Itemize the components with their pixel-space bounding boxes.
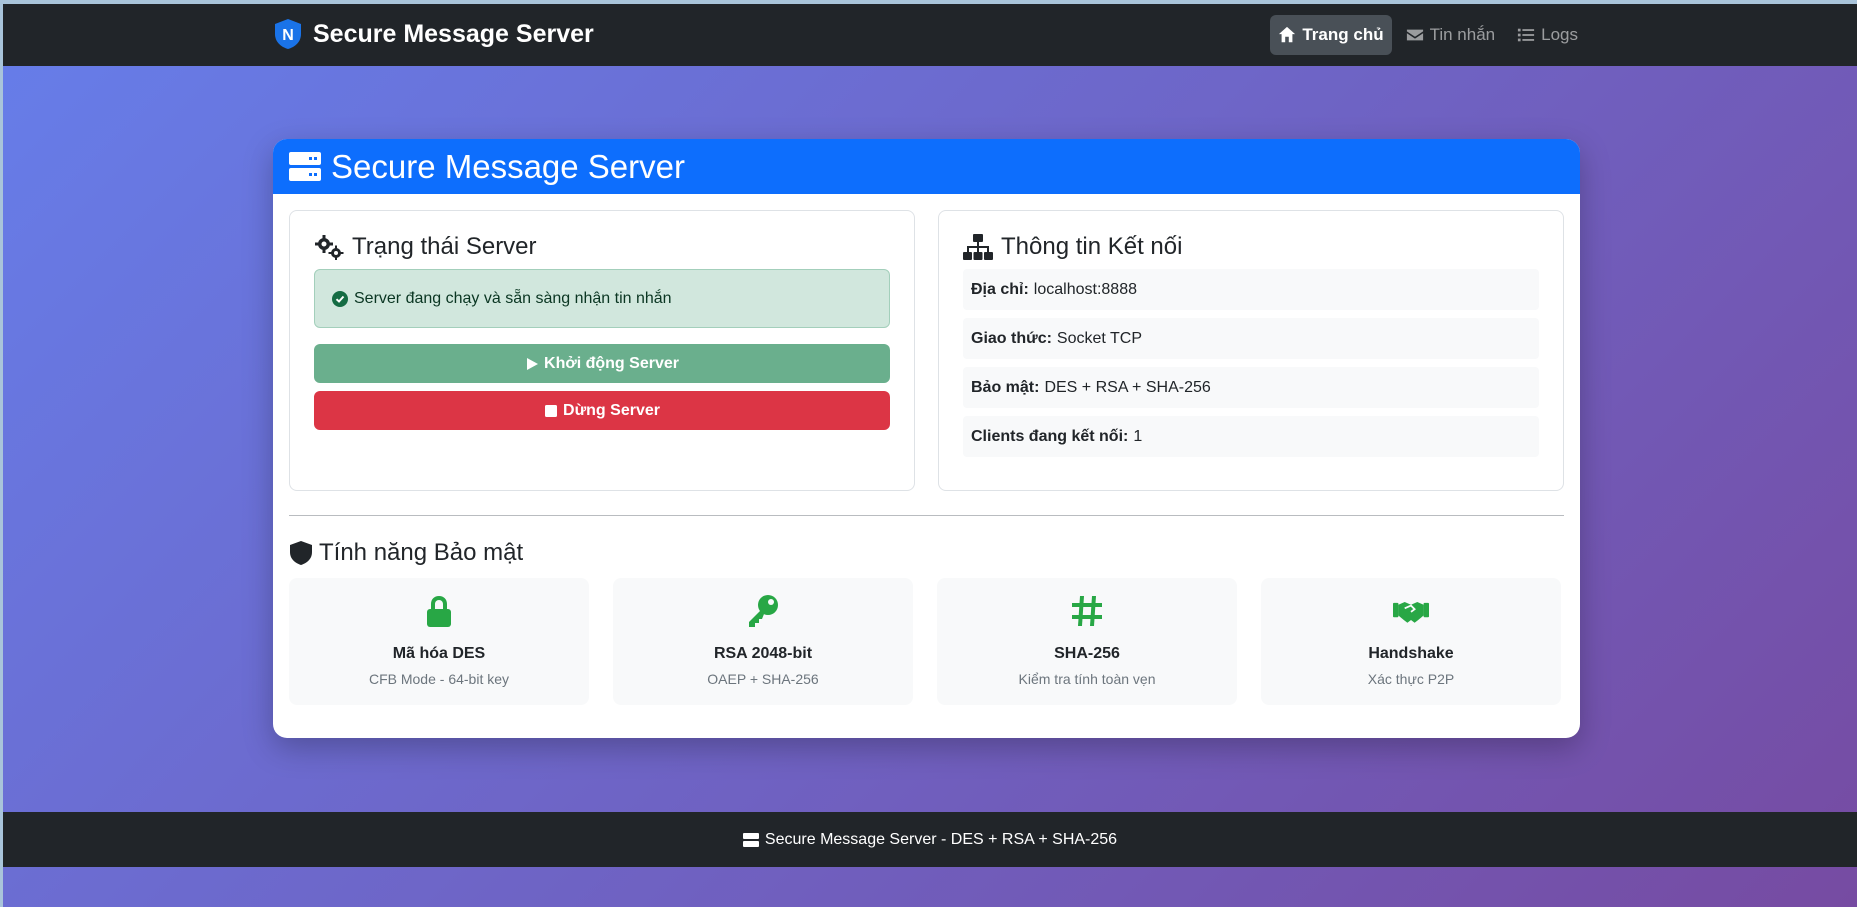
key-icon [749, 595, 778, 627]
server-status-panel: Trạng thái Server Server đang chạy và sẵ… [289, 210, 915, 491]
network-icon [963, 234, 993, 260]
protocol-value: Socket TCP [1056, 329, 1142, 347]
nav-link-logs-label: Logs [1541, 25, 1578, 44]
server-status-heading: Trạng thái Server [314, 233, 890, 261]
shield-logo-icon: N [275, 19, 301, 49]
protocol-label: Giao thức: [971, 329, 1052, 347]
connection-info-title: Thông tin Kết nối [1001, 233, 1183, 260]
feature-sha: SHA-256 Kiểm tra tính toàn vẹn [937, 578, 1237, 705]
info-row-address: Địa chỉ: localhost:8888 [963, 269, 1539, 310]
play-icon [527, 357, 539, 370]
feature-des-title: Mã hóa DES [392, 645, 486, 662]
feature-handshake: Handshake Xác thực P2P [1261, 578, 1561, 705]
security-features-title: Tính năng Bảo mật [319, 539, 524, 566]
address-label: Địa chỉ: [971, 280, 1029, 298]
clients-value: 1 [1133, 427, 1143, 445]
feature-des-subtitle: CFB Mode - 64-bit key [368, 671, 510, 687]
connection-info-heading: Thông tin Kết nối [963, 233, 1539, 261]
svg-text:N: N [282, 27, 294, 44]
footer-text: Secure Message Server - DES + RSA + SHA-… [764, 830, 1118, 848]
nav-link-home-label: Trang chủ [1302, 25, 1384, 44]
feature-sha-subtitle: Kiểm tra tính toàn vẹn [1018, 671, 1156, 687]
section-divider [289, 515, 1564, 516]
security-features-heading: Tính năng Bảo mật [289, 539, 523, 567]
home-icon [1279, 26, 1296, 43]
start-server-label: Khởi động Server [544, 354, 679, 372]
nav-link-messages[interactable]: Tin nhắn [1398, 15, 1504, 55]
start-server-button[interactable]: Khởi động Server [314, 344, 890, 383]
feature-sha-title: SHA-256 [1054, 645, 1120, 662]
feature-rsa: RSA 2048-bit OAEP + SHA-256 [613, 578, 913, 705]
server-card: Secure Message Server Trạng thái Server … [273, 139, 1580, 738]
feature-rsa-subtitle: OAEP + SHA-256 [707, 671, 819, 687]
feature-handshake-subtitle: Xác thực P2P [1367, 671, 1455, 687]
security-features: Mã hóa DES CFB Mode - 64-bit key RSA 204… [289, 578, 1564, 705]
server-status-alert: Server đang chạy và sẵn sàng nhận tin nh… [314, 269, 890, 328]
hash-icon [1072, 596, 1102, 626]
nav-links: Trang chủ Tin nhắn Logs [1270, 15, 1586, 55]
window-frame-left [0, 0, 3, 907]
connection-info-panel: Thông tin Kết nối Địa chỉ: localhost:888… [938, 210, 1564, 491]
feature-handshake-title: Handshake [1368, 645, 1454, 662]
info-row-protocol: Giao thức: Socket TCP [963, 318, 1539, 359]
stop-server-button[interactable]: Dừng Server [314, 391, 890, 430]
handshake-icon [1393, 602, 1429, 623]
navbar: N Secure Message Server Trang chủ Tin nh… [3, 4, 1857, 66]
list-icon [1518, 28, 1535, 42]
navbar-brand[interactable]: N Secure Message Server [273, 18, 594, 50]
card-title: Secure Message Server [331, 147, 685, 185]
security-value: DES + RSA + SHA-256 [1044, 378, 1211, 396]
nav-link-logs[interactable]: Logs [1509, 15, 1586, 55]
envelope-icon [1406, 29, 1423, 41]
stop-icon [545, 404, 558, 417]
brand-title: Secure Message Server [313, 19, 594, 48]
clients-label: Clients đang kết nối: [971, 427, 1129, 445]
server-icon [742, 832, 759, 847]
shield-icon [290, 541, 312, 565]
nav-link-messages-label: Tin nhắn [1429, 25, 1496, 44]
server-icon [289, 151, 321, 181]
security-label: Bảo mật: [971, 378, 1040, 396]
gears-icon [315, 235, 344, 260]
feature-rsa-title: RSA 2048-bit [713, 645, 813, 662]
nav-link-home[interactable]: Trang chủ [1270, 15, 1392, 55]
info-row-security: Bảo mật: DES + RSA + SHA-256 [963, 367, 1539, 408]
check-circle-icon [332, 290, 348, 307]
address-value: localhost:8888 [1033, 280, 1137, 298]
server-status-title: Trạng thái Server [352, 233, 537, 260]
feature-des: Mã hóa DES CFB Mode - 64-bit key [289, 578, 589, 705]
footer: Secure Message Server - DES + RSA + SHA-… [3, 812, 1857, 867]
stop-server-label: Dừng Server [563, 401, 660, 419]
card-header: Secure Message Server [273, 139, 1580, 194]
lock-icon [427, 596, 451, 627]
info-row-clients: Clients đang kết nối: 1 [963, 416, 1539, 457]
server-status-message: Server đang chạy và sẵn sàng nhận tin nh… [354, 289, 672, 307]
